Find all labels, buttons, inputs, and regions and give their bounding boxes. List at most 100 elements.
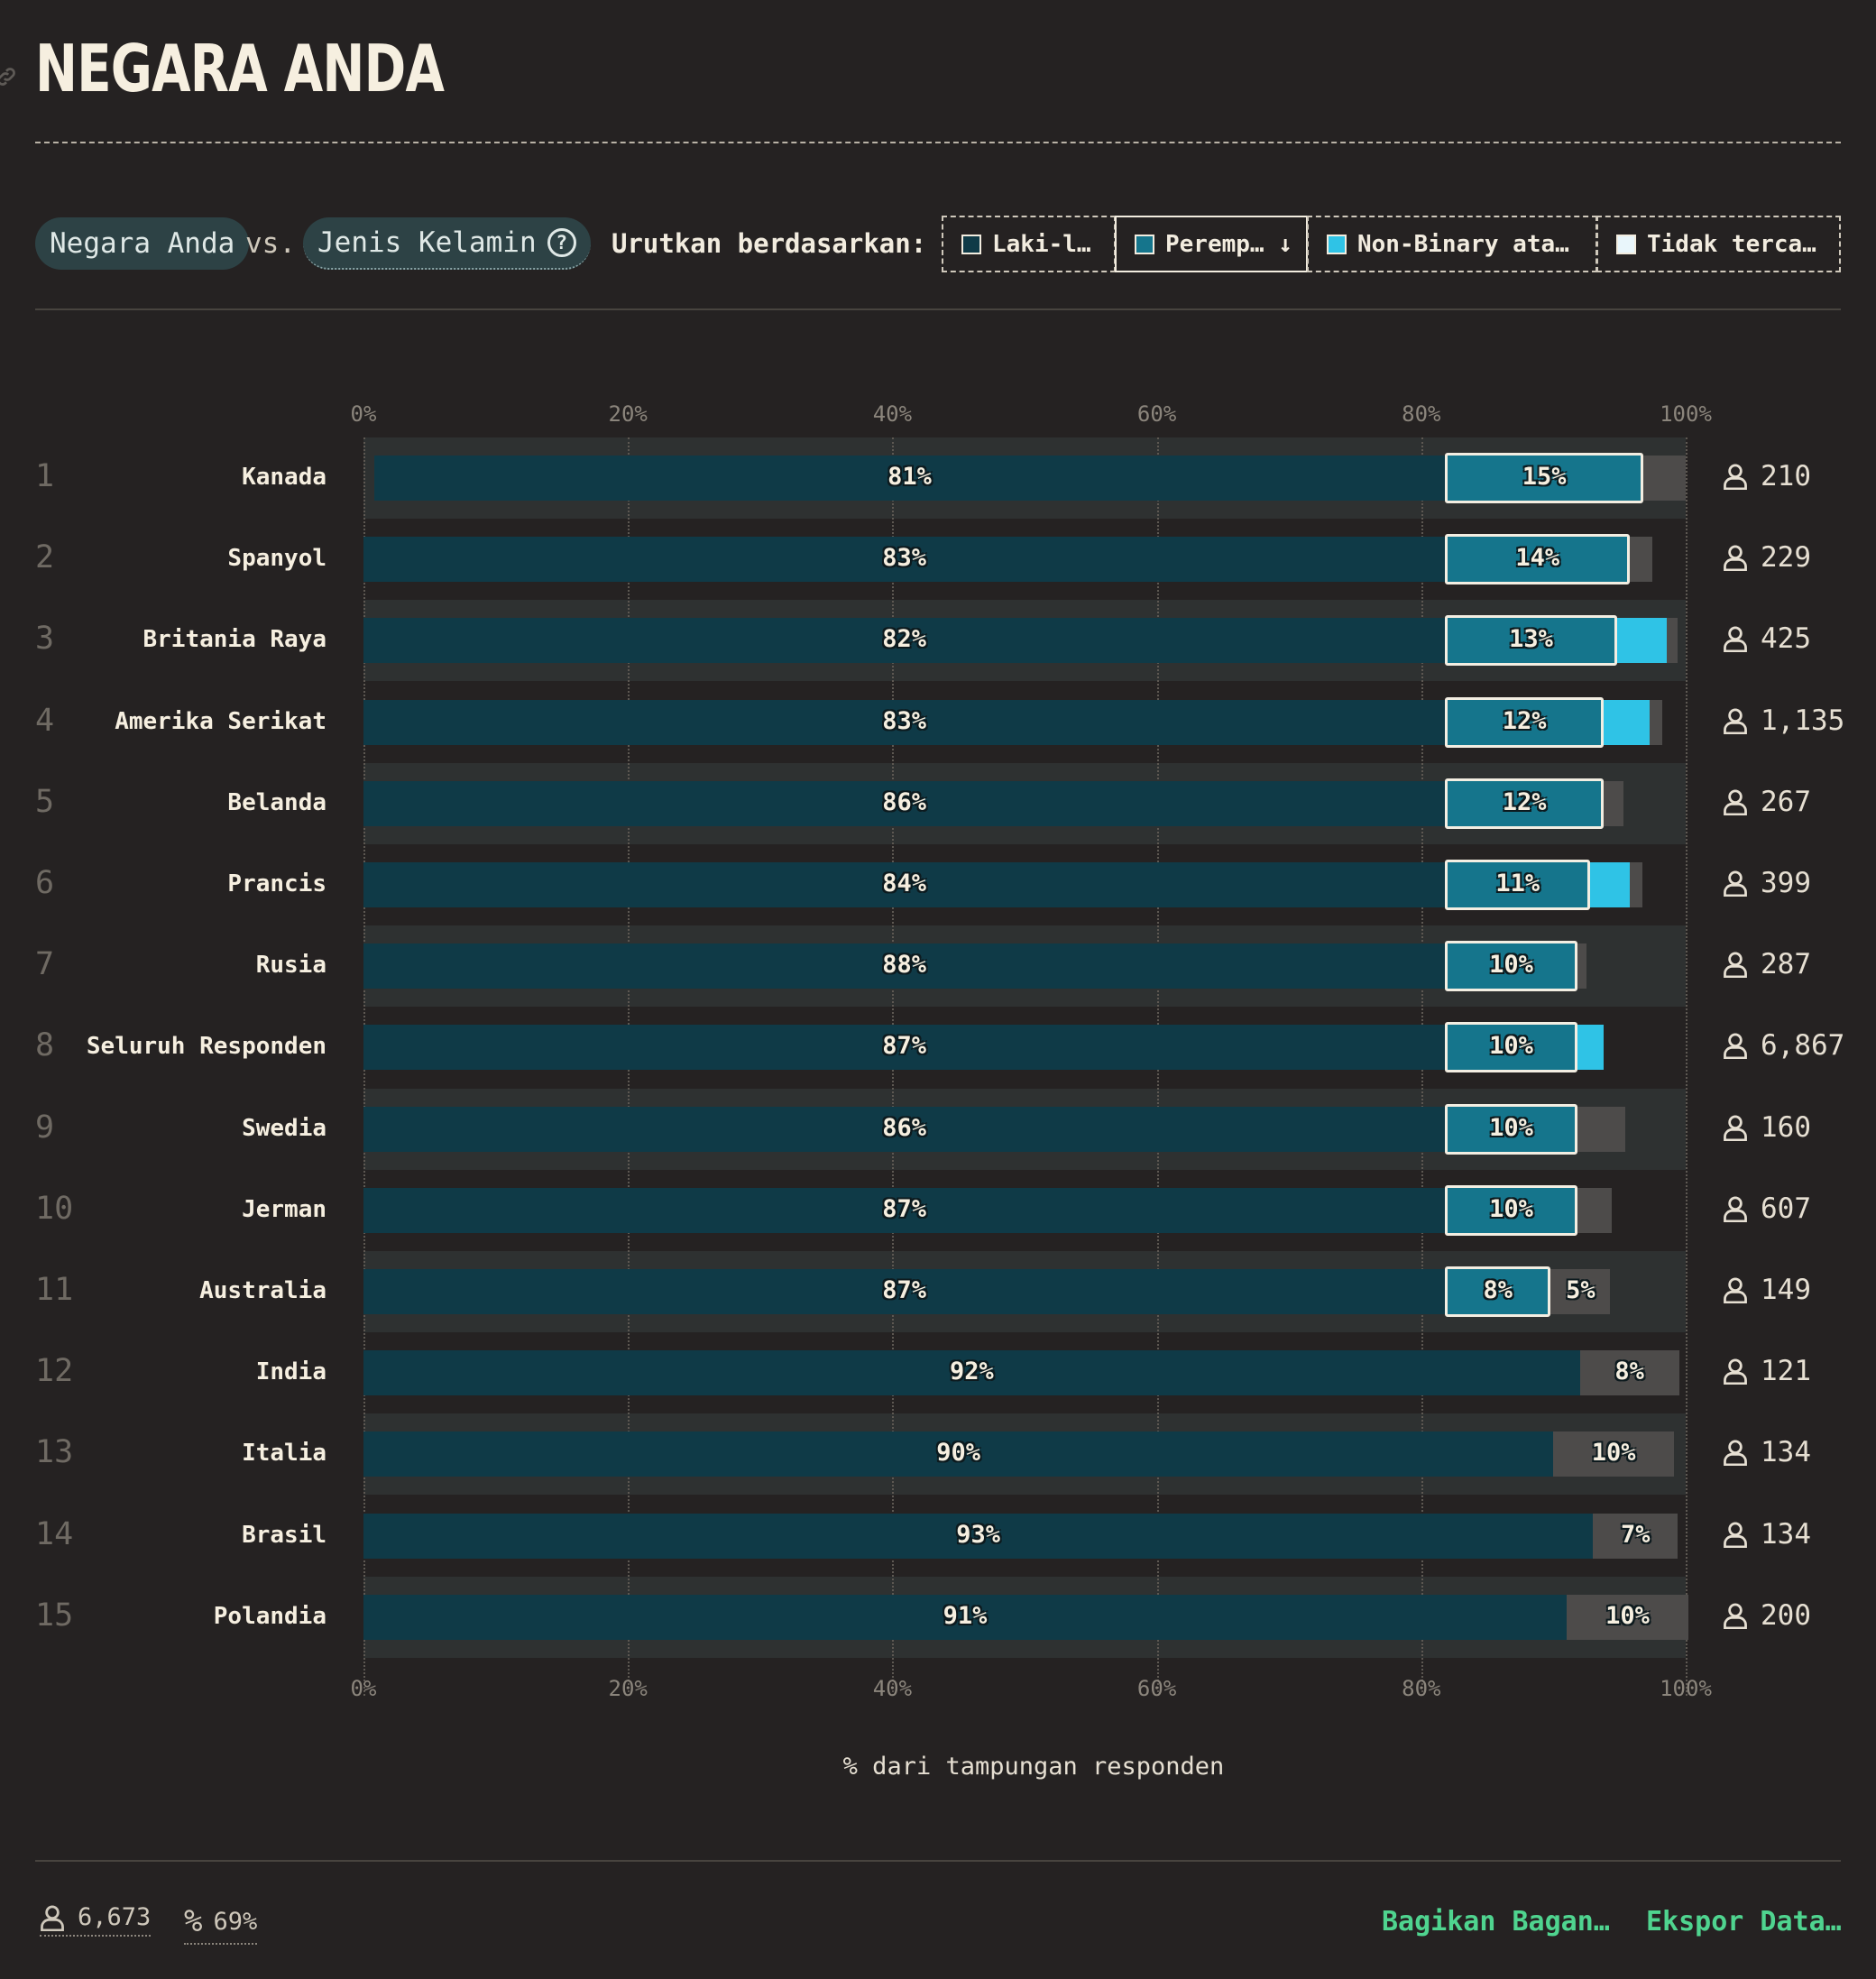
country-label: Italia xyxy=(242,1440,326,1468)
sort-button-nonbinary[interactable]: Non-Binary ata… xyxy=(1307,216,1597,272)
bar-male-label: 88% xyxy=(882,951,926,980)
bar-not-listed[interactable] xyxy=(1643,456,1686,501)
person-icon xyxy=(1724,952,1747,979)
x-axis-label: % dari tampungan responden xyxy=(842,1753,1225,1781)
x-tick-label-bottom: 80% xyxy=(1402,1676,1441,1701)
respondent-count-value: 149 xyxy=(1761,1274,1811,1306)
country-label: Australia xyxy=(199,1277,326,1304)
country-label: Swedia xyxy=(242,1114,326,1142)
bar-female-label: 10% xyxy=(1489,1032,1533,1061)
bar-not-listed[interactable] xyxy=(1604,780,1624,826)
swatch-male xyxy=(961,234,981,254)
person-icon xyxy=(1724,626,1747,653)
respondent-count: 121 xyxy=(1723,1355,1811,1387)
respondent-count-value: 210 xyxy=(1761,460,1811,492)
bar-female-label: 12% xyxy=(1502,787,1547,816)
country-label: Spanyol xyxy=(227,545,326,573)
bar-nonbinary[interactable] xyxy=(1577,1025,1605,1071)
bar-other-label: 5% xyxy=(1566,1276,1596,1304)
bar-male-label: 87% xyxy=(882,1276,926,1304)
bar-other-label: 8% xyxy=(1614,1358,1644,1386)
person-icon xyxy=(1724,1358,1747,1385)
respondent-count-value: 121 xyxy=(1761,1355,1811,1388)
bar-male-label: 83% xyxy=(882,706,926,735)
link-icon[interactable] xyxy=(0,65,18,88)
country-label: India xyxy=(255,1358,326,1386)
controls-divider xyxy=(35,308,1841,310)
share-chart-link[interactable]: Bagikan Bagan… xyxy=(1382,1906,1610,1938)
respondent-count: 425 xyxy=(1723,622,1811,655)
sort-button-female-label: Peremp… ↓ xyxy=(1165,230,1292,258)
response-rate[interactable]: % 69% xyxy=(184,1903,258,1945)
respondent-count-value: 200 xyxy=(1761,1598,1811,1632)
help-icon[interactable]: ? xyxy=(547,228,576,257)
variable-pill-gender[interactable]: Jenis Kelamin ? xyxy=(303,217,591,270)
vs-label: vs. xyxy=(245,227,296,260)
bar-female-label: 13% xyxy=(1509,625,1553,654)
bar-male-label: 86% xyxy=(882,787,926,816)
respondent-count-value: 287 xyxy=(1761,948,1811,981)
person-icon xyxy=(41,1905,64,1931)
bar-female-label: 8% xyxy=(1483,1276,1513,1304)
export-data-link[interactable]: Ekspor Data… xyxy=(1646,1906,1842,1938)
row-rank: 4 xyxy=(35,702,55,739)
swatch-not-listed xyxy=(1616,234,1636,254)
person-icon xyxy=(1724,708,1747,734)
sort-button-male-label: Laki-l… xyxy=(992,230,1091,258)
row-rank: 15 xyxy=(35,1597,74,1634)
x-tick-label-top: 80% xyxy=(1402,401,1441,427)
bar-male-label: 87% xyxy=(882,1032,926,1061)
bar-male-label: 93% xyxy=(956,1520,1001,1549)
respondent-count: 210 xyxy=(1723,460,1811,492)
bar-not-listed[interactable] xyxy=(1650,699,1662,745)
sort-button-female[interactable]: Peremp… ↓ xyxy=(1115,216,1308,272)
bar-nonbinary[interactable] xyxy=(1616,618,1668,664)
bar-female-label: 10% xyxy=(1489,1194,1533,1223)
respondent-count: 287 xyxy=(1723,948,1811,980)
bar-not-listed[interactable] xyxy=(1630,862,1642,907)
respondent-count: 229 xyxy=(1723,541,1811,574)
x-tick-label-top: 0% xyxy=(350,401,377,427)
respondent-count: 6,867 xyxy=(1723,1029,1844,1062)
respondent-count: 149 xyxy=(1723,1274,1811,1306)
row-rank: 8 xyxy=(35,1027,55,1064)
bar-not-listed[interactable] xyxy=(1577,1187,1612,1233)
row-rank: 5 xyxy=(35,783,55,820)
bar-nonbinary[interactable] xyxy=(1590,862,1631,907)
variable-pill-country[interactable]: Negara Anda xyxy=(35,217,250,270)
x-tick-label-bottom: 60% xyxy=(1136,1676,1177,1701)
row-rank: 10 xyxy=(35,1190,74,1227)
bar-not-listed[interactable] xyxy=(1577,1106,1625,1152)
help-icon-glyph: ? xyxy=(556,232,567,253)
sort-button-male[interactable]: Laki-l… xyxy=(942,216,1116,272)
sort-button-nonbinary-label: Non-Binary ata… xyxy=(1357,230,1569,258)
country-label: Kanada xyxy=(242,464,326,491)
swatch-female xyxy=(1135,234,1154,254)
row-rank: 6 xyxy=(35,865,55,901)
respondent-count: 160 xyxy=(1723,1111,1811,1144)
respondent-total-value: 6,673 xyxy=(78,1903,152,1931)
bar-other-label: 10% xyxy=(1591,1439,1636,1468)
country-label: Amerika Serikat xyxy=(115,707,326,735)
respondent-total[interactable]: 6,673 xyxy=(40,1903,152,1937)
x-tick-label-bottom: 40% xyxy=(872,1676,913,1701)
person-icon xyxy=(1724,870,1747,897)
respondent-count: 267 xyxy=(1723,786,1811,818)
bar-male-label: 91% xyxy=(943,1601,988,1630)
row-rank: 9 xyxy=(35,1109,55,1146)
bar-not-listed[interactable] xyxy=(1577,943,1587,990)
person-icon xyxy=(1724,789,1747,815)
title-divider xyxy=(35,142,1841,143)
respondent-count: 134 xyxy=(1723,1436,1811,1468)
sort-button-not-listed[interactable]: Tidak terca… xyxy=(1596,216,1841,272)
respondent-count-value: 229 xyxy=(1761,541,1811,575)
bar-female-label: 15% xyxy=(1522,463,1567,491)
row-rank: 11 xyxy=(35,1272,74,1308)
bar-nonbinary[interactable] xyxy=(1604,699,1651,745)
footer-divider xyxy=(35,1860,1841,1862)
bar-male-label: 84% xyxy=(882,870,926,897)
person-icon xyxy=(1724,1115,1747,1141)
bar-not-listed[interactable] xyxy=(1667,618,1678,664)
x-tick-label-bottom: 100% xyxy=(1660,1676,1712,1701)
bar-not-listed[interactable] xyxy=(1630,537,1653,583)
